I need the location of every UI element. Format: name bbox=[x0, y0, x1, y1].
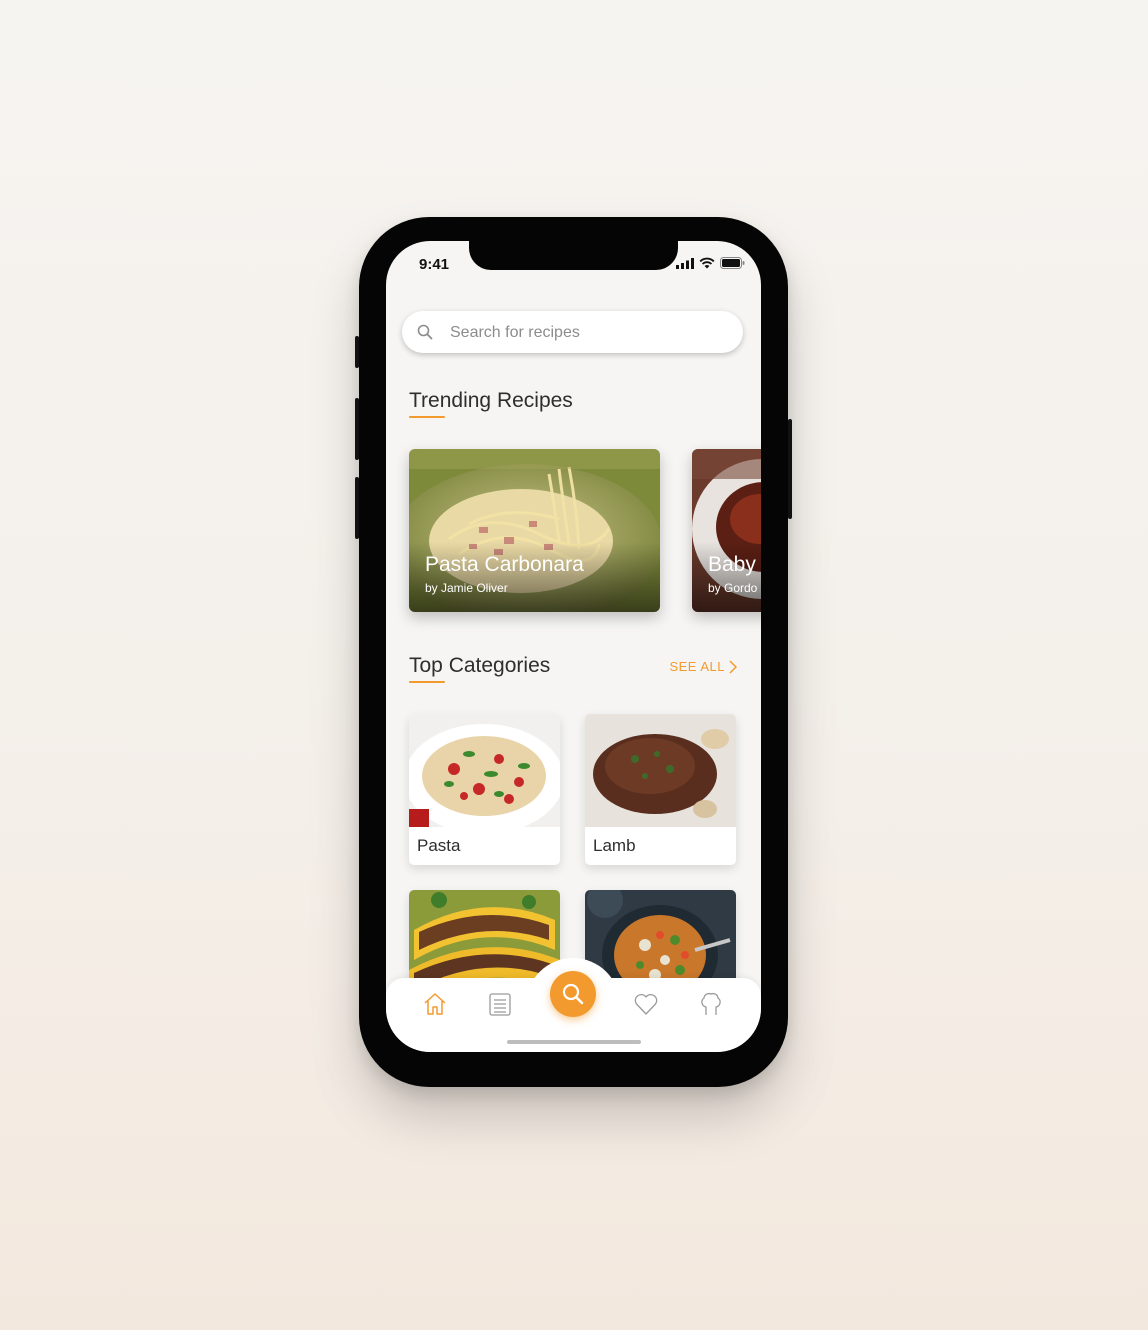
home-icon[interactable] bbox=[421, 990, 449, 1018]
mute-switch bbox=[355, 336, 359, 368]
chevron-right-icon bbox=[729, 659, 737, 674]
trending-card-title: Baby bbox=[708, 553, 756, 576]
trending-card-title: Pasta Carbonara bbox=[425, 553, 584, 576]
pasta-category-image bbox=[409, 714, 560, 827]
search-bar[interactable] bbox=[402, 311, 743, 353]
trending-card-author: by Jamie Oliver bbox=[425, 581, 508, 595]
tab-bar bbox=[386, 958, 761, 1052]
trending-card-author: by Gordo bbox=[708, 581, 758, 595]
phone-frame: 9:41 Trending Re bbox=[355, 217, 792, 1087]
search-icon bbox=[417, 324, 433, 340]
home-indicator[interactable] bbox=[507, 1040, 641, 1044]
category-card-lamb[interactable]: Lamb bbox=[585, 714, 736, 865]
search-fab-button[interactable] bbox=[550, 971, 596, 1017]
trending-card-baby[interactable]: Baby by Gordo bbox=[692, 449, 761, 612]
status-icons bbox=[676, 257, 745, 269]
categories-underline bbox=[409, 681, 445, 683]
trending-title: Trending Recipes bbox=[409, 389, 573, 412]
status-time: 9:41 bbox=[419, 256, 450, 273]
heart-icon[interactable] bbox=[632, 990, 660, 1018]
search-input[interactable] bbox=[448, 321, 732, 345]
volume-down-button bbox=[355, 477, 359, 539]
lamb-category-image bbox=[585, 714, 736, 827]
see-all-link[interactable]: SEE ALL bbox=[669, 659, 737, 674]
volume-up-button bbox=[355, 398, 359, 460]
app-screen: 9:41 Trending Re bbox=[386, 241, 761, 1052]
battery-icon bbox=[720, 257, 745, 269]
trending-card-pasta-carbonara[interactable]: Pasta Carbonara by Jamie Oliver bbox=[409, 449, 660, 612]
category-label: Pasta bbox=[417, 836, 461, 855]
list-icon[interactable] bbox=[486, 990, 514, 1018]
cellular-signal-icon bbox=[676, 257, 694, 269]
category-label: Lamb bbox=[593, 836, 636, 855]
wifi-icon bbox=[699, 257, 715, 269]
see-all-label: SEE ALL bbox=[669, 659, 725, 674]
search-icon bbox=[562, 983, 584, 1005]
categories-title: Top Categories bbox=[409, 654, 551, 677]
trending-underline bbox=[409, 416, 445, 418]
category-card-pasta[interactable]: Pasta bbox=[409, 714, 560, 865]
notch bbox=[469, 241, 678, 270]
power-button bbox=[788, 419, 792, 519]
chef-hat-icon[interactable] bbox=[697, 990, 725, 1018]
